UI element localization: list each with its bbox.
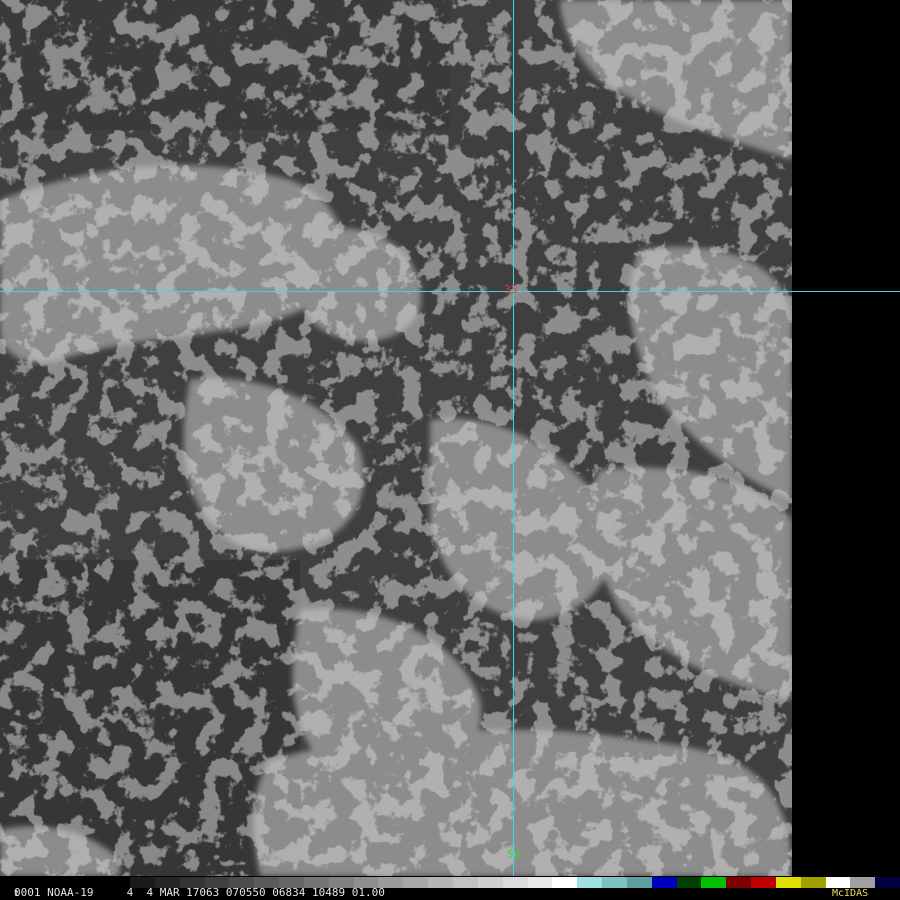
cloud-field	[0, 0, 792, 876]
colorbar-swatch	[552, 877, 578, 888]
colorbar-swatch	[651, 877, 677, 888]
colorbar-swatch	[626, 877, 652, 888]
crosshair-bottom-label: 55	[507, 848, 521, 861]
colorbar-swatch	[676, 877, 702, 888]
colorbar-swatch	[403, 877, 429, 888]
colorbar-swatch	[751, 877, 776, 888]
crosshair-vertical-line	[513, 0, 514, 876]
software-label: McIDAS	[832, 888, 869, 899]
colorbar-swatch	[825, 877, 851, 888]
colorbar-swatch	[800, 877, 826, 888]
colorbar-swatch	[527, 877, 553, 888]
crosshair-horizontal-line	[0, 291, 900, 292]
colorbar-swatch	[726, 877, 752, 888]
colorbar-swatch	[875, 877, 900, 888]
satellite-image-viewer: 35 55 1 0001 NOAA-19 4 4 MAR 17063 07055…	[0, 0, 900, 900]
cumulus-texture	[0, 0, 792, 876]
image-metadata-text: 0001 NOAA-19 4 4 MAR 17063 070550 06834 …	[14, 886, 385, 899]
colorbar-swatch	[602, 877, 627, 888]
colorbar-swatch	[850, 877, 876, 888]
crosshair-center-label: 35	[504, 283, 518, 296]
colorbar-swatch	[477, 877, 503, 888]
colorbar-swatch	[428, 877, 453, 888]
no-data-region	[792, 0, 900, 876]
colorbar-swatch	[502, 877, 528, 888]
colorbar-swatch	[452, 877, 478, 888]
colorbar-swatch	[775, 877, 801, 888]
colorbar-swatch	[577, 877, 603, 888]
satellite-cloud-imagery	[0, 0, 792, 876]
colorbar-swatch	[701, 877, 727, 888]
